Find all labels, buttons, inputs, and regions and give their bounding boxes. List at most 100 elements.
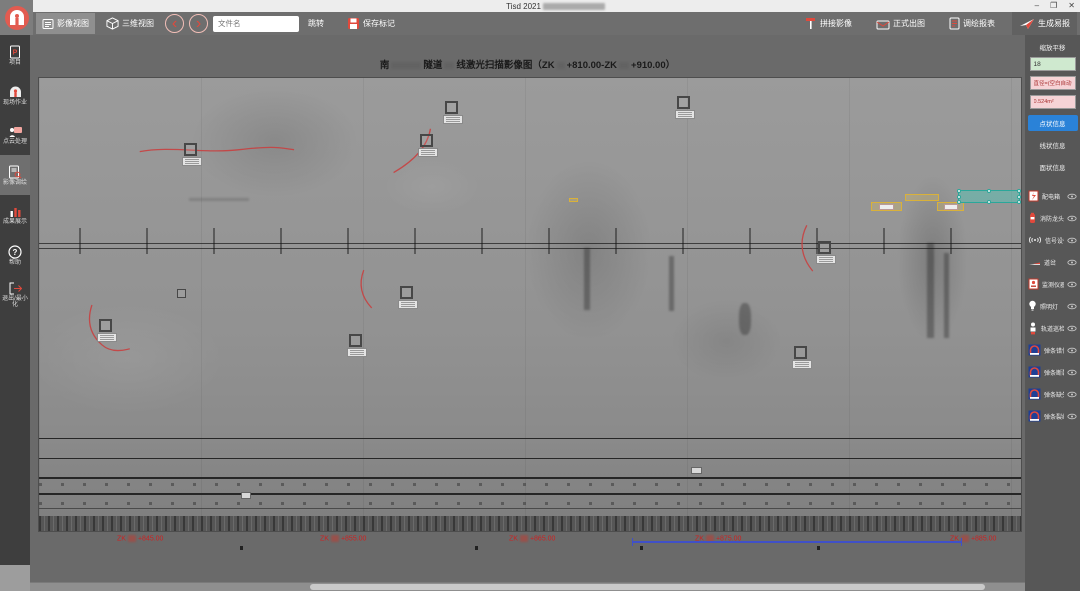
eye-icon[interactable] — [1067, 281, 1077, 288]
point-info-tab[interactable]: 点状信息 — [1027, 115, 1078, 131]
layer-item-signal-device[interactable]: 信号设备 — [1025, 229, 1080, 251]
generate-report-button[interactable]: 生成易报 — [1012, 12, 1077, 35]
eye-icon[interactable] — [1067, 347, 1077, 354]
layer-item-monitor-instrument[interactable]: 监测仪器 — [1025, 273, 1080, 295]
defect-marker[interactable] — [182, 143, 202, 166]
cube-icon — [106, 17, 119, 30]
three-d-view-button[interactable]: 三维视图 — [100, 13, 160, 34]
selection-handle[interactable] — [1017, 194, 1021, 199]
prev-image-button[interactable]: ‹ — [165, 14, 184, 33]
image-canvas[interactable]: 南隧道 线激光扫描影像图（ZK +810.00-ZK +910.00） ZK +… — [30, 35, 1025, 591]
area-field[interactable] — [1029, 95, 1076, 109]
defect-marker[interactable] — [816, 241, 836, 264]
generate-report-label: 生成易报 — [1038, 19, 1070, 28]
save-icon — [347, 17, 360, 30]
line-info-tab[interactable]: 线状信息 — [1028, 137, 1078, 153]
left-sidebar: P 项目现场作业点云处理影像调绘 成果展示? 帮助 退出/最小化 — [0, 35, 30, 591]
equipment-tag — [691, 467, 702, 474]
toolbar-button-label: 拼接影像 — [820, 19, 852, 28]
selection-handle[interactable] — [987, 189, 991, 193]
selection-handle[interactable] — [1017, 200, 1021, 204]
monitor-instrument — [1028, 278, 1039, 290]
sidebar-item-exit[interactable]: 退出/最小化 — [0, 275, 30, 315]
chevron-right-icon: › — [195, 14, 202, 32]
save-marks-button[interactable]: 保存标记 — [341, 13, 401, 34]
line-annotation[interactable] — [905, 194, 939, 201]
logo-icon — [4, 5, 29, 30]
eye-icon[interactable] — [1067, 193, 1077, 200]
minimize-button[interactable]: – — [1035, 1, 1039, 11]
sidebar-item-label: 点云处理 — [2, 139, 27, 145]
layer-item-track-inspector[interactable]: 轨道巡检机 — [1025, 317, 1080, 339]
defect-marker[interactable] — [347, 334, 367, 357]
layer-item-clip-defect[interactable]: 弹条缺失 — [1025, 383, 1080, 405]
diameter-input[interactable] — [1029, 76, 1076, 90]
line-annotation[interactable] — [871, 202, 902, 211]
eye-icon[interactable] — [1067, 303, 1077, 310]
eye-icon[interactable] — [1067, 237, 1077, 244]
scrollbar-thumb[interactable] — [310, 584, 985, 590]
censored-text — [556, 61, 565, 69]
eye-icon[interactable] — [1067, 391, 1077, 398]
close-button[interactable]: ✕ — [1068, 1, 1075, 11]
defect-marker[interactable] — [792, 346, 812, 369]
line-annotation[interactable] — [569, 198, 578, 202]
layer-list: 配电箱消防龙头信号设备道岔监测仪器照明灯轨道巡检机弹条错位弹条断裂弹条缺失弹条裂… — [1025, 185, 1080, 427]
selection-handle[interactable] — [1017, 189, 1021, 193]
toolbar-button-export[interactable]: 正式出图 — [870, 13, 931, 34]
defect-marker[interactable] — [443, 101, 463, 124]
defect-marker[interactable] — [398, 286, 418, 309]
toolbar-button-report[interactable]: 调绘报表 — [943, 13, 1001, 34]
horizontal-scrollbar[interactable] — [30, 582, 1025, 591]
defect-marker[interactable] — [675, 96, 695, 119]
eye-icon[interactable] — [1067, 325, 1077, 332]
defect-marker[interactable] — [418, 134, 438, 157]
filename-input[interactable] — [213, 15, 299, 32]
layer-item-lamp[interactable]: 照明灯 — [1025, 295, 1080, 317]
measure-ruler[interactable] — [632, 538, 962, 546]
selection-handle[interactable] — [957, 200, 961, 204]
area-info-tab[interactable]: 面状信息 — [1028, 159, 1078, 175]
track-inspector — [1028, 322, 1038, 335]
sidebar-item-project-doc[interactable]: P 项目 — [0, 35, 30, 75]
sidebar-item-label: 现场作业 — [2, 100, 27, 106]
eye-icon[interactable] — [1067, 215, 1077, 222]
layer-item-rail-switch[interactable]: 道岔 — [1025, 251, 1080, 273]
eye-icon[interactable] — [1067, 259, 1077, 266]
sidebar-item-field-work[interactable]: 现场作业 — [0, 75, 30, 115]
sidebar-item-label: 帮助 — [8, 259, 21, 266]
layer-item-clip-defect[interactable]: 弹条裂纹 — [1025, 405, 1080, 427]
app-window: Tisd 2021 – ❐ ✕ 影像视图 三维视图 ‹ › 文件名 跳转 保存标… — [0, 0, 1080, 591]
defect-marker[interactable] — [177, 289, 186, 298]
next-image-button[interactable]: › — [189, 14, 208, 33]
layer-item-clip-defect[interactable]: 弹条断裂 — [1025, 361, 1080, 383]
sidebar-item-point-cloud[interactable]: 点云处理 — [0, 115, 30, 155]
layer-item-distribution-box[interactable]: 配电箱 — [1025, 185, 1080, 207]
toolbar-button-stitch[interactable]: 拼接影像 — [798, 13, 858, 34]
eye-icon[interactable] — [1067, 413, 1077, 420]
censored-text — [619, 61, 630, 69]
scale-input[interactable] — [1029, 57, 1076, 71]
right-panel: 缩放平移 点状信息 线状信息 面状信息 配电箱消防龙头信号设备道岔监测仪器照明灯… — [1025, 35, 1080, 591]
mileage-label: ZK +855.00 — [320, 535, 367, 543]
sidebar-item-help[interactable]: ? 帮助 — [0, 235, 30, 275]
defect-marker[interactable] — [97, 319, 117, 342]
paper-plane-icon — [1019, 17, 1035, 31]
selection-handle[interactable] — [987, 200, 991, 204]
jump-button[interactable]: 跳转 — [304, 18, 328, 29]
maximize-button[interactable]: ❐ — [1050, 1, 1057, 11]
sidebar-item-image-survey[interactable]: 影像调绘 — [0, 155, 30, 195]
sidebar-item-results-chart[interactable]: 成果展示 — [0, 195, 30, 235]
layer-item-clip-defect[interactable]: 弹条错位 — [1025, 339, 1080, 361]
censored-text — [330, 535, 339, 542]
clip-defect — [1028, 366, 1041, 378]
selected-line-annotation[interactable] — [957, 189, 1021, 204]
image-view-button[interactable]: 影像视图 — [36, 13, 95, 34]
layer-item-fire-hydrant[interactable]: 消防龙头 — [1025, 207, 1080, 229]
selection-handle[interactable] — [957, 194, 961, 199]
selection-handle[interactable] — [957, 189, 961, 193]
defect-marker-label — [816, 255, 836, 264]
defect-marker-label — [97, 333, 117, 342]
tunnel-scan-image[interactable] — [38, 77, 1022, 532]
eye-icon[interactable] — [1067, 369, 1077, 376]
